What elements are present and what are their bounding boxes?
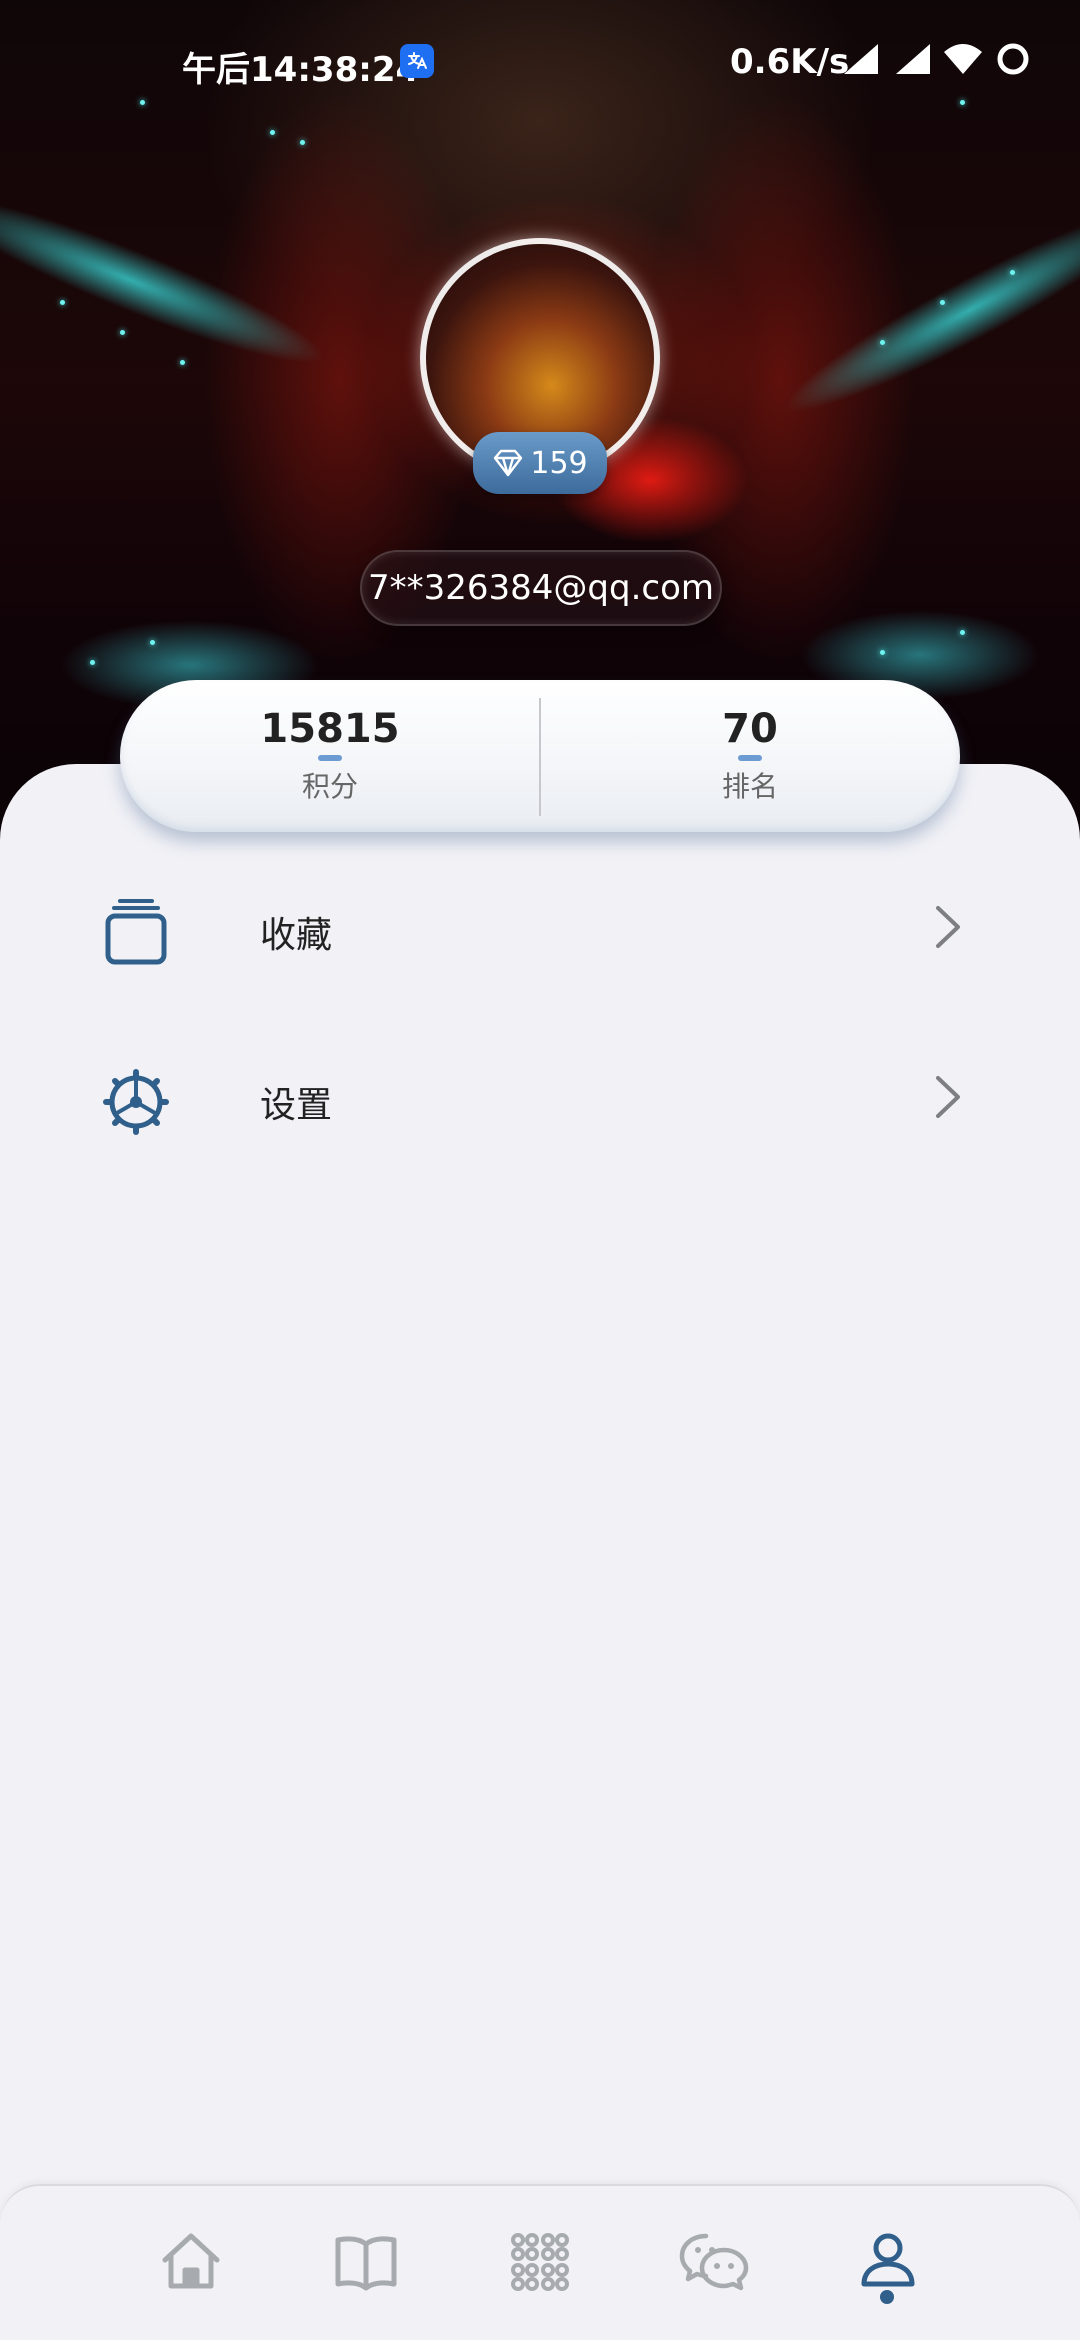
hero-glow-left — [0, 173, 336, 387]
translate-icon — [400, 44, 434, 78]
hero-sparkle — [90, 660, 95, 665]
level-badge: 159 — [473, 432, 607, 494]
hero-glow-right — [770, 184, 1080, 436]
level-value: 159 — [530, 445, 588, 481]
cell-signal-icon — [896, 44, 930, 74]
rank-value: 70 — [722, 706, 778, 752]
hero-sparkle — [1010, 270, 1015, 275]
home-icon[interactable] — [155, 2226, 227, 2298]
status-time: 午后14:38:24 — [182, 50, 420, 90]
settings-gear-icon — [103, 1069, 169, 1135]
chevron-right-icon — [936, 1076, 960, 1118]
hero-sparkle — [880, 650, 885, 655]
menu-item-settings[interactable]: 设置 — [0, 1036, 1080, 1156]
hero-sparkle — [120, 330, 125, 335]
content-sheet — [0, 764, 1080, 2340]
hero-sparkle — [960, 630, 965, 635]
stats-card: 15815 积分 70 排名 — [120, 680, 960, 832]
menu-label-favorites: 收藏 — [260, 915, 333, 956]
hero-sparkle — [300, 140, 305, 145]
apps-grid-icon[interactable] — [504, 2226, 576, 2298]
points-indicator — [318, 755, 342, 761]
hero-sparkle — [150, 640, 155, 645]
active-tab-indicator — [880, 2290, 894, 2304]
rank-label: 排名 — [721, 770, 778, 803]
wifi-icon — [944, 44, 982, 74]
wechat-icon[interactable] — [678, 2226, 750, 2298]
rank-indicator — [738, 755, 762, 761]
bottom-nav — [0, 2184, 1080, 2340]
collection-stack-icon — [105, 899, 167, 965]
points-stat[interactable]: 15815 积分 — [120, 680, 540, 832]
user-email[interactable]: 7**326384@qq.com — [360, 550, 722, 626]
status-net-speed: 0.6K/s — [730, 42, 850, 82]
hero-sparkle — [880, 340, 885, 345]
diamond-icon — [494, 449, 523, 477]
profile-icon[interactable] — [852, 2226, 924, 2298]
cell-signal-icon — [844, 44, 878, 74]
hero-sparkle — [60, 300, 65, 305]
hero-sparkle — [180, 360, 185, 365]
battery-ring-icon — [997, 43, 1029, 75]
points-value: 15815 — [260, 706, 400, 752]
menu-label-settings: 设置 — [260, 1085, 333, 1126]
hero-sparkle — [270, 130, 275, 135]
menu-item-favorites[interactable]: 收藏 — [0, 866, 1080, 986]
book-icon[interactable] — [330, 2226, 402, 2298]
status-bar: 午后14:38:24 0.6K/s — [0, 0, 1080, 120]
chevron-right-icon — [936, 906, 960, 948]
hero-sparkle — [940, 300, 945, 305]
points-label: 积分 — [301, 770, 358, 803]
rank-stat[interactable]: 70 排名 — [540, 680, 960, 832]
